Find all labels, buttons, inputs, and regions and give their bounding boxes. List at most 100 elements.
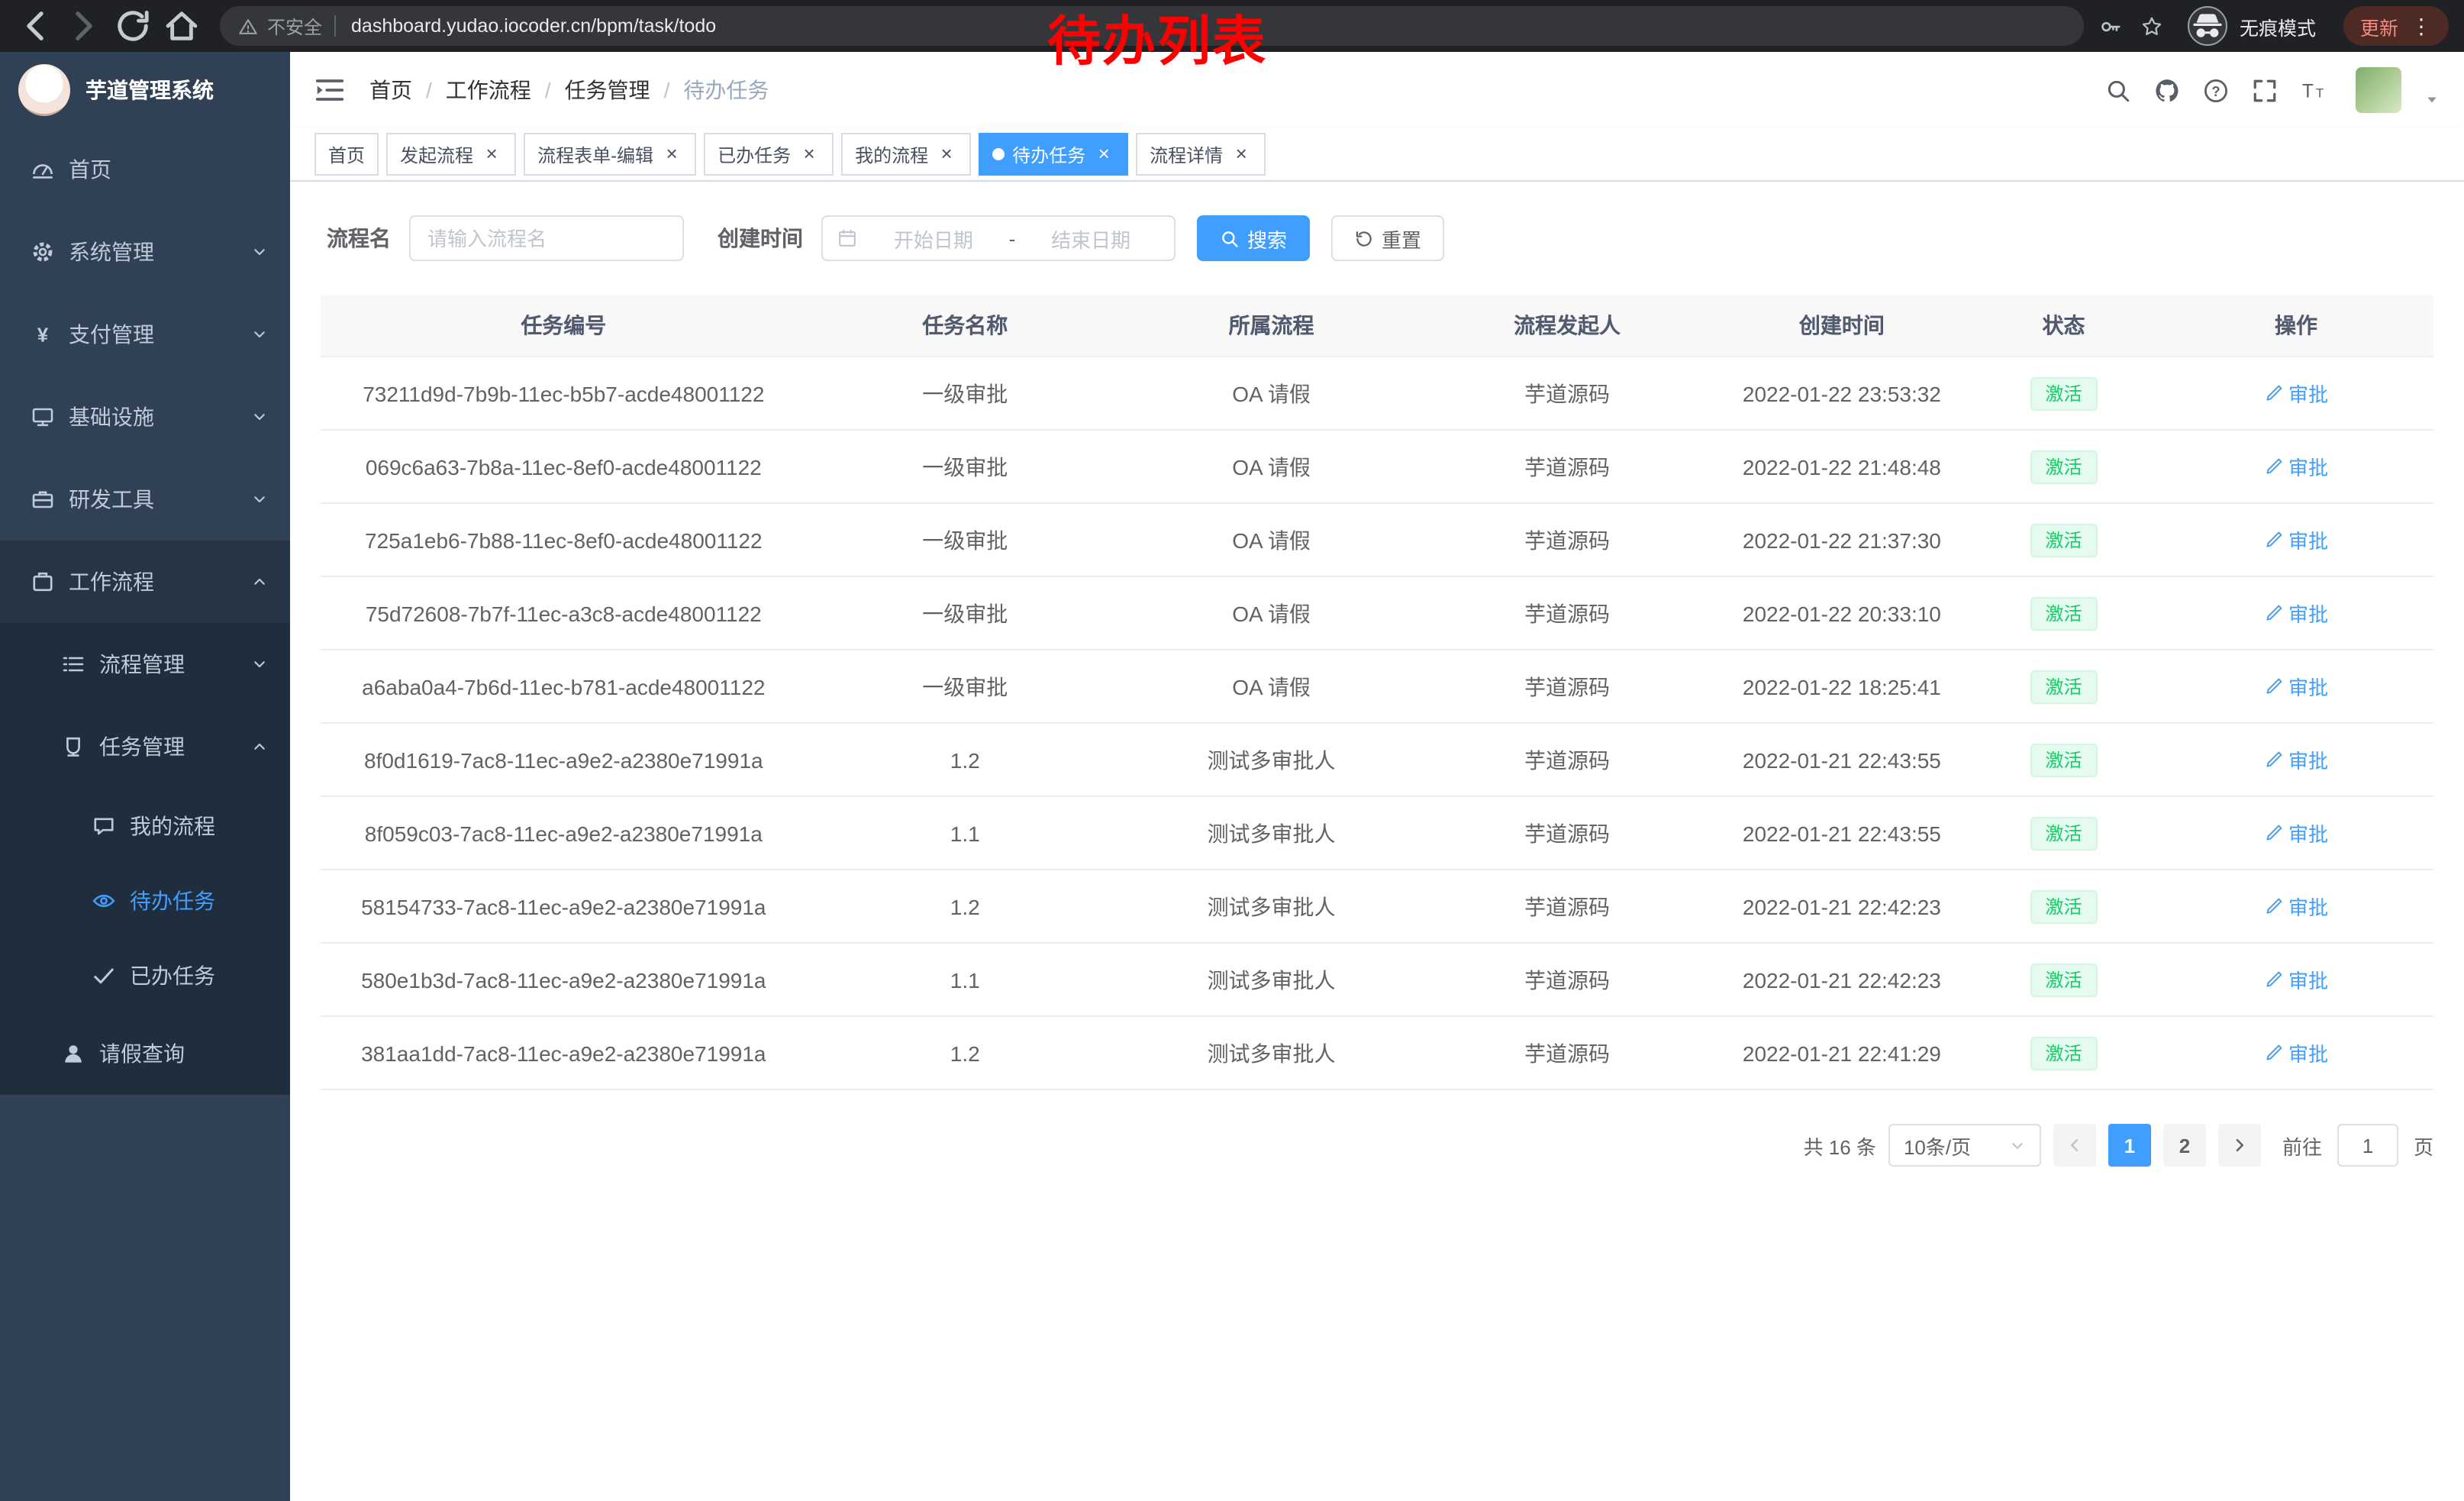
tab-my-process[interactable]: 我的流程× — [841, 133, 971, 176]
breadcrumb-separator: / — [545, 78, 551, 102]
process-name-input[interactable] — [409, 215, 684, 261]
help-icon[interactable]: ? — [2203, 77, 2229, 103]
search-button[interactable]: 搜索 — [1197, 215, 1310, 261]
breadcrumb-item[interactable]: 工作流程 — [446, 75, 531, 105]
calendar-icon — [837, 228, 858, 249]
font-size-icon[interactable]: TT — [2301, 77, 2327, 103]
approve-link[interactable]: 审批 — [2264, 892, 2328, 921]
browser-window: 不安全 dashboard.yudao.iocoder.cn/bpm/task/… — [0, 0, 2464, 1501]
github-icon[interactable] — [2154, 77, 2180, 103]
goto-page-input[interactable] — [2337, 1124, 2398, 1167]
search-button-label: 搜索 — [1247, 224, 1287, 253]
breadcrumb-item[interactable]: 首页 — [369, 75, 412, 105]
sidebar-item-task-mgmt[interactable]: 任务管理 — [0, 705, 290, 788]
fullscreen-icon[interactable] — [2252, 77, 2278, 103]
sidebar-item-infra[interactable]: 基础设施 — [0, 376, 290, 458]
close-icon[interactable]: × — [1093, 144, 1114, 165]
chevron-icon — [250, 573, 269, 591]
prev-page-button[interactable] — [2053, 1124, 2096, 1167]
cell-process: 测试多审批人 — [1124, 870, 1420, 943]
sidebar-item-leave-query[interactable]: 请假查询 — [0, 1012, 290, 1095]
approve-link-label: 审批 — [2288, 379, 2328, 408]
cell-name: 1.2 — [807, 870, 1124, 943]
sidebar-item-payment[interactable]: ¥支付管理 — [0, 293, 290, 376]
breadcrumb-item[interactable]: 任务管理 — [565, 75, 650, 105]
sidebar-item-process-mgmt[interactable]: 流程管理 — [0, 623, 290, 705]
approve-link[interactable]: 审批 — [2264, 525, 2328, 554]
reset-button[interactable]: 重置 — [1331, 215, 1444, 261]
approve-link[interactable]: 审批 — [2264, 452, 2328, 481]
tab-start-process[interactable]: 发起流程× — [386, 133, 516, 176]
approve-link[interactable]: 审批 — [2264, 745, 2328, 774]
status-badge: 激活 — [2030, 376, 2098, 410]
star-icon[interactable] — [2140, 15, 2163, 37]
topbar-icon-group: ? TT — [2105, 77, 2327, 103]
svg-text:¥: ¥ — [37, 324, 49, 347]
cell-status: 激活 — [1969, 723, 2159, 796]
table-row: 8f059c03-7ac8-11ec-a9e2-a2380e71991a1.1测… — [321, 796, 2433, 870]
approve-link[interactable]: 审批 — [2264, 1038, 2328, 1067]
approve-link[interactable]: 审批 — [2264, 965, 2328, 994]
sidebar-fold-icon[interactable] — [314, 75, 345, 105]
update-button[interactable]: 更新 ⋮ — [2343, 6, 2449, 46]
cell-initiator: 芋道源码 — [1419, 723, 1715, 796]
cell-process: OA 请假 — [1124, 576, 1420, 650]
avatar[interactable] — [2356, 67, 2401, 113]
home-icon[interactable] — [162, 6, 202, 46]
table-row: 58154733-7ac8-11ec-a9e2-a2380e71991a1.2测… — [321, 870, 2433, 943]
tab-done-task[interactable]: 已办任务× — [704, 133, 834, 176]
tab-todo-task[interactable]: 待办任务× — [979, 133, 1128, 176]
tab-form-edit[interactable]: 流程表单-编辑 × — [524, 133, 696, 176]
key-icon[interactable] — [2099, 15, 2122, 37]
end-date-placeholder: 结束日期 — [1021, 224, 1160, 253]
edit-icon — [2264, 750, 2284, 770]
search-icon[interactable] — [2105, 77, 2131, 103]
sidebar-item-todo-task[interactable]: 待办任务 — [0, 863, 290, 938]
table-row: 73211d9d-7b9b-11ec-b5b7-acde48001122一级审批… — [321, 357, 2433, 430]
sidebar-item-my-process[interactable]: 我的流程 — [0, 788, 290, 863]
tab-home[interactable]: 首页 — [314, 133, 379, 176]
sidebar-item-done-task[interactable]: 已办任务 — [0, 938, 290, 1012]
caret-down-icon[interactable] — [2424, 92, 2440, 107]
sidebar-item-label: 待办任务 — [130, 885, 215, 915]
cell-created: 2022-01-22 21:48:48 — [1715, 430, 1969, 503]
approve-link[interactable]: 审批 — [2264, 599, 2328, 628]
date-range-picker[interactable]: 开始日期 - 结束日期 — [821, 215, 1176, 261]
chevron-icon — [250, 243, 269, 261]
tab-label: 流程详情 — [1150, 141, 1223, 167]
url-text[interactable]: dashboard.yudao.iocoder.cn/bpm/task/todo — [351, 15, 716, 37]
sidebar-item-devtools[interactable]: 研发工具 — [0, 458, 290, 541]
sidebar-menu: 首页系统管理¥支付管理基础设施研发工具工作流程流程管理任务管理我的流程待办任务已… — [0, 128, 290, 1095]
tab-label: 流程表单-编辑 — [537, 141, 653, 167]
approve-link-label: 审批 — [2288, 452, 2328, 481]
tab-process-detail[interactable]: 流程详情 × — [1136, 133, 1266, 176]
approve-link[interactable]: 审批 — [2264, 379, 2328, 408]
page-size-select[interactable]: 10条/页 — [1888, 1124, 2041, 1167]
approve-link[interactable]: 审批 — [2264, 818, 2328, 847]
back-icon[interactable] — [15, 6, 55, 46]
forward-icon[interactable] — [64, 6, 104, 46]
close-icon[interactable]: × — [481, 144, 502, 165]
close-icon[interactable]: × — [798, 144, 820, 165]
page-1-button[interactable]: 1 — [2108, 1124, 2151, 1167]
page-2-button[interactable]: 2 — [2163, 1124, 2206, 1167]
logo[interactable]: 芋道管理系统 — [0, 52, 290, 128]
sidebar-item-home[interactable]: 首页 — [0, 128, 290, 211]
cell-status: 激活 — [1969, 1016, 2159, 1089]
approve-link[interactable]: 审批 — [2264, 672, 2328, 701]
kebab-menu-icon[interactable]: ⋮ — [2411, 15, 2432, 37]
refresh-icon[interactable] — [113, 6, 153, 46]
sidebar-item-system[interactable]: 系统管理 — [0, 211, 290, 293]
close-icon[interactable]: × — [936, 144, 957, 165]
sidebar-item-workflow[interactable]: 工作流程 — [0, 541, 290, 623]
table-row: 381aa1dd-7ac8-11ec-a9e2-a2380e71991a1.2测… — [321, 1016, 2433, 1089]
status-badge: 激活 — [2030, 523, 2098, 557]
approve-link-label: 审批 — [2288, 818, 2328, 847]
close-icon[interactable]: × — [661, 144, 682, 165]
next-page-button[interactable] — [2218, 1124, 2261, 1167]
reset-icon — [1354, 228, 1374, 248]
briefcase-icon — [31, 487, 55, 512]
chevron-icon — [250, 738, 269, 756]
sidebar-item-label: 我的流程 — [130, 810, 215, 841]
close-icon[interactable]: × — [1230, 144, 1252, 165]
